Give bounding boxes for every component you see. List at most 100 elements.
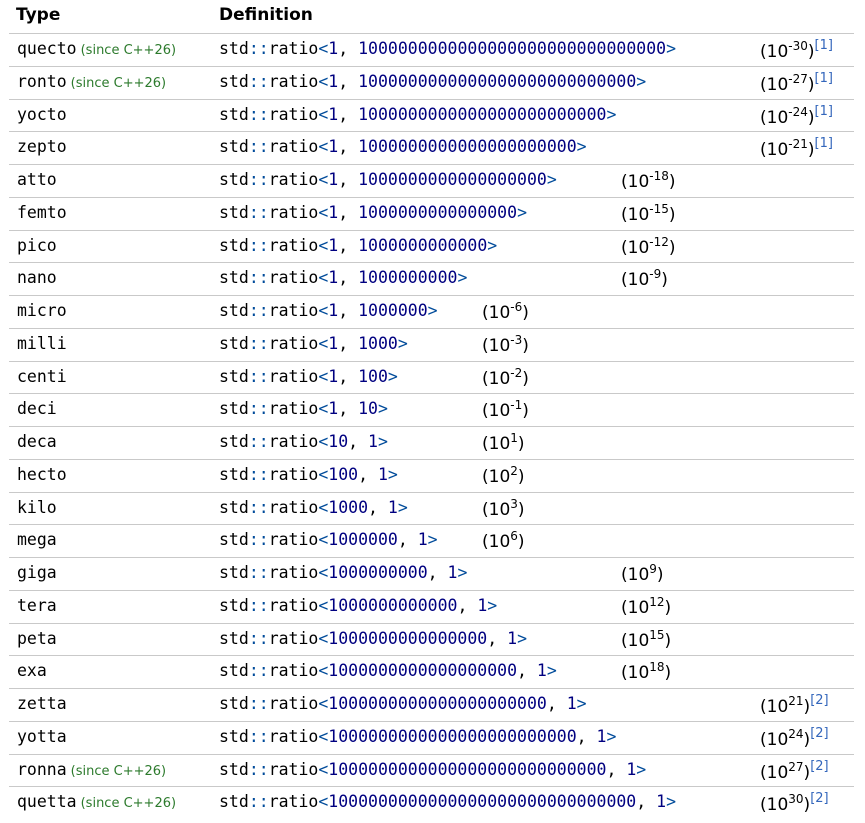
ratio-template-name[interactable]: std::ratio< bbox=[219, 72, 328, 91]
type-name[interactable]: quecto bbox=[17, 39, 77, 58]
ratio-separator: , bbox=[348, 432, 369, 451]
ratio-template-name[interactable]: std::ratio< bbox=[219, 760, 328, 779]
ratio-template-name[interactable]: std::ratio< bbox=[219, 432, 328, 451]
ratio-template-name[interactable]: std::ratio< bbox=[219, 137, 328, 156]
ratio-template-name[interactable]: std::ratio< bbox=[219, 596, 328, 615]
ratio-template-name[interactable]: std::ratio< bbox=[219, 203, 328, 222]
ratio-template-name[interactable]: std::ratio< bbox=[219, 334, 328, 353]
type-name[interactable]: femto bbox=[17, 203, 67, 222]
ratio-denominator: 1000000000000000 bbox=[358, 202, 518, 222]
ratio-denominator: 1 bbox=[368, 432, 378, 451]
type-name[interactable]: yotta bbox=[17, 727, 67, 746]
ratio-denominator: 1000000000000000000000 bbox=[358, 137, 577, 157]
type-cell: milli bbox=[17, 334, 67, 353]
footnote-link[interactable]: [2] bbox=[810, 759, 828, 774]
type-cell: peta bbox=[17, 629, 57, 648]
power-of-ten: (10-15) bbox=[621, 201, 676, 225]
ratio-template-name[interactable]: std::ratio< bbox=[219, 105, 328, 124]
exponent: 12 bbox=[649, 594, 665, 609]
ratio-template-name[interactable]: std::ratio< bbox=[219, 170, 328, 189]
type-name[interactable]: deci bbox=[17, 399, 57, 418]
type-name[interactable]: mega bbox=[17, 530, 57, 549]
type-name[interactable]: giga bbox=[17, 563, 57, 582]
ratio-numerator: 1000000000000 bbox=[328, 595, 458, 615]
type-name[interactable]: centi bbox=[17, 367, 67, 386]
footnote-link[interactable]: [2] bbox=[810, 726, 828, 741]
type-name[interactable]: ronto bbox=[17, 72, 67, 91]
ratio-typedef-table: Type Definition quecto (since C++26) std::… bbox=[9, 0, 854, 819]
type-name[interactable]: exa bbox=[17, 661, 47, 680]
ratio-template-name[interactable]: std::ratio< bbox=[219, 498, 328, 517]
ratio-separator: , bbox=[338, 366, 359, 386]
ratio-template-name[interactable]: std::ratio< bbox=[219, 727, 328, 746]
type-name[interactable]: zepto bbox=[17, 137, 67, 156]
type-cell: kilo bbox=[17, 498, 57, 517]
exponent: 3 bbox=[510, 496, 518, 511]
type-name[interactable]: hecto bbox=[17, 465, 67, 484]
power-of-ten: (1018) bbox=[621, 660, 672, 684]
ratio-separator: , bbox=[358, 464, 378, 484]
ratio-close: > bbox=[606, 726, 617, 746]
ratio-denominator: 1 bbox=[536, 661, 547, 681]
footnote-link[interactable]: [1] bbox=[815, 38, 833, 53]
ratio-separator: , bbox=[338, 268, 359, 288]
footnote-link[interactable]: [2] bbox=[810, 791, 828, 806]
type-name[interactable]: milli bbox=[17, 334, 67, 353]
ratio-template-name[interactable]: std::ratio< bbox=[219, 465, 328, 484]
exponent: 30 bbox=[788, 792, 804, 807]
type-name[interactable]: zetta bbox=[17, 694, 67, 713]
definition-cell: std::ratio<1000, 1> bbox=[219, 498, 408, 517]
exponent: 24 bbox=[788, 726, 804, 741]
definition-cell: std::ratio<1000000000000000000000000000,… bbox=[219, 760, 646, 779]
type-column-header: Type bbox=[16, 5, 61, 25]
ratio-close: > bbox=[387, 366, 398, 386]
ratio-template-name[interactable]: std::ratio< bbox=[219, 694, 328, 713]
ratio-template-name[interactable]: std::ratio< bbox=[219, 301, 328, 320]
definition-cell: std::ratio<1, 1000000000> bbox=[219, 268, 467, 287]
ratio-denominator: 1000000000000000000000000000 bbox=[358, 71, 637, 91]
exponent: -27 bbox=[788, 71, 808, 86]
type-name[interactable]: micro bbox=[17, 301, 67, 320]
type-name[interactable]: peta bbox=[17, 629, 57, 648]
ratio-denominator: 1 bbox=[477, 595, 488, 615]
type-name[interactable]: ronna bbox=[17, 760, 67, 779]
ratio-separator: , bbox=[338, 137, 359, 157]
exponent: -21 bbox=[788, 137, 808, 152]
footnote-link[interactable]: [1] bbox=[815, 136, 833, 151]
ratio-template-name[interactable]: std::ratio< bbox=[219, 367, 328, 386]
ratio-template-name[interactable]: std::ratio< bbox=[219, 236, 328, 255]
definition-cell: std::ratio<1, 10000000000000000000000000… bbox=[219, 72, 646, 91]
type-name[interactable]: atto bbox=[17, 170, 57, 189]
power-of-ten: (106) bbox=[482, 529, 525, 553]
footnote-link[interactable]: [2] bbox=[810, 693, 828, 708]
ratio-template-name[interactable]: std::ratio< bbox=[219, 629, 328, 648]
exponent: -15 bbox=[649, 201, 669, 216]
footnote-link[interactable]: [1] bbox=[815, 104, 833, 119]
type-name[interactable]: kilo bbox=[17, 498, 57, 517]
ratio-template-name[interactable]: std::ratio< bbox=[219, 268, 328, 287]
ratio-template-name[interactable]: std::ratio< bbox=[219, 563, 328, 582]
table-header: Type Definition bbox=[9, 0, 854, 33]
power-of-ten: (1012) bbox=[621, 594, 672, 618]
ratio-denominator: 1000000 bbox=[358, 301, 428, 320]
footnote-link[interactable]: [1] bbox=[815, 71, 833, 86]
ratio-close: > bbox=[397, 497, 408, 517]
ratio-template-name[interactable]: std::ratio< bbox=[219, 661, 328, 680]
ratio-template-name[interactable]: std::ratio< bbox=[219, 530, 328, 549]
ratio-template-name[interactable]: std::ratio< bbox=[219, 39, 328, 58]
type-name[interactable]: pico bbox=[17, 236, 57, 255]
ratio-denominator: 1 bbox=[387, 497, 398, 517]
ratio-template-name[interactable]: std::ratio< bbox=[219, 792, 328, 811]
table-row: nano std::ratio<1, 1000000000> (10-9) bbox=[9, 262, 854, 295]
definition-cell: std::ratio<10000000000000000000000000000… bbox=[219, 792, 676, 811]
type-name[interactable]: yocto bbox=[17, 105, 67, 124]
ratio-template-name[interactable]: std::ratio< bbox=[219, 399, 328, 418]
ratio-separator: , bbox=[338, 39, 359, 58]
type-name[interactable]: tera bbox=[17, 596, 57, 615]
ratio-separator: , bbox=[338, 71, 359, 91]
exponent: 21 bbox=[788, 694, 804, 708]
type-name[interactable]: deca bbox=[17, 432, 57, 451]
table-row: tera std::ratio<1000000000000, 1> (1012) bbox=[9, 589, 854, 623]
type-name[interactable]: nano bbox=[17, 268, 57, 287]
type-name[interactable]: quetta bbox=[17, 792, 77, 811]
